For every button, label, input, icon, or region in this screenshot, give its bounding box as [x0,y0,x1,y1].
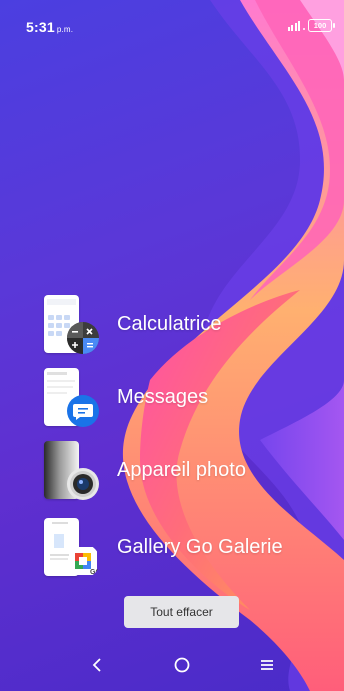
recents-button[interactable] [252,652,282,678]
recent-app-gallery[interactable]: GO Gallery Go Galerie [44,516,283,578]
app-thumbnail[interactable] [44,368,99,427]
signal-icon [287,20,300,31]
clock-time: 5:31 [26,19,55,35]
app-thumbnail[interactable] [44,295,99,354]
camera-icon [67,468,99,500]
recent-app-calculator[interactable]: Calculatrice [44,293,221,355]
calculator-icon [67,322,99,354]
app-label[interactable]: Appareil photo [117,459,246,482]
clock: 5:31 p.m. [26,19,73,35]
recent-app-camera[interactable]: Appareil photo [44,439,246,501]
battery-level: 100 [313,21,327,30]
status-bar: 5:31 p.m. 100 [0,0,344,44]
app-thumbnail[interactable]: GO [44,518,100,576]
home-button[interactable] [167,652,197,678]
back-icon [92,658,101,672]
app-label[interactable]: Messages [117,386,208,409]
back-button[interactable] [82,652,112,678]
app-thumbnail[interactable] [44,441,99,500]
clear-all-button[interactable]: Tout effacer [124,596,239,628]
recents-icon [261,660,273,670]
app-label[interactable]: Calculatrice [117,313,221,336]
navigation-bar [0,640,344,691]
messages-icon [67,395,99,427]
recent-app-messages[interactable]: Messages [44,366,208,428]
clock-suffix: p.m. [56,25,74,34]
gallery-go-text: GO [90,569,100,576]
gallery-go-icon: GO [69,547,100,576]
home-icon [174,657,190,673]
data-dot-icon [303,27,305,30]
battery-icon: 100 [308,19,335,32]
status-icons: 100 [287,19,335,32]
app-label[interactable]: Gallery Go Galerie [117,536,283,559]
